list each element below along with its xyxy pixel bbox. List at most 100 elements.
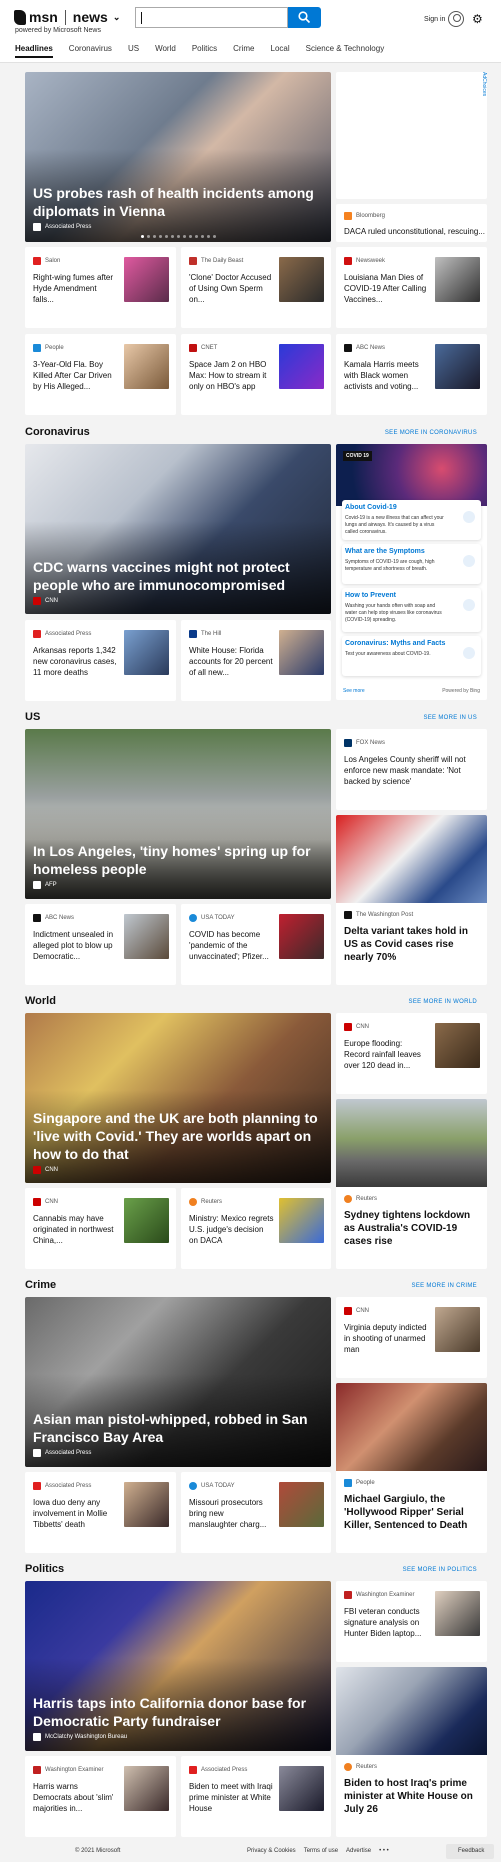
feedback-button[interactable]: Feedback [446,1844,494,1859]
story-title[interactable]: Los Angeles County sheriff will not enfo… [344,754,479,787]
story-card-large[interactable]: People Michael Gargiulo, the 'Hollywood … [336,1383,487,1553]
hero-us[interactable]: In Los Angeles, 'tiny homes' spring up f… [25,729,331,899]
covid-prevent[interactable]: How to Prevent Washing your hands often … [342,588,481,632]
story-card[interactable]: CNN Virginia deputy indicted in shooting… [336,1297,487,1378]
story-title[interactable]: FBI veteran conducts signature analysis … [344,1606,429,1639]
story-card[interactable]: CNN Europe flooding: Record rainfall lea… [336,1013,487,1094]
story-title[interactable]: Biden to meet with Iraqi prime minister … [189,1781,274,1814]
story-title[interactable]: Michael Gargiulo, the 'Hollywood Ripper'… [344,1493,482,1532]
story-card[interactable]: CNET Space Jam 2 on HBO Max: How to stre… [181,334,331,415]
story-card[interactable]: USA TODAY COVID has become 'pandemic of … [181,904,331,985]
tab-coronavirus[interactable]: Coronavirus [69,44,112,64]
carousel-dots[interactable] [25,235,331,238]
hero-world[interactable]: Singapore and the UK are both planning t… [25,1013,331,1183]
story-title[interactable]: Louisiana Man Dies of COVID-19 After Cal… [344,272,429,305]
gear-icon[interactable]: ⚙ [472,13,484,25]
story-card[interactable]: People 3-Year-Old Fla. Boy Killed After … [25,334,176,415]
story-title[interactable]: Virginia deputy indicted in shooting of … [344,1322,429,1355]
story-title[interactable]: Delta variant takes hold in US as Covid … [344,925,482,964]
hero-title[interactable]: Harris taps into California donor base f… [33,1694,321,1730]
adchoices-label[interactable]: AdChoices [477,72,487,112]
story-title[interactable]: Missouri prosecutors bring new manslaugh… [189,1497,274,1530]
story-card[interactable]: Newsweek Louisiana Man Dies of COVID-19 … [336,247,487,328]
hero-crime[interactable]: Asian man pistol-whipped, robbed in San … [25,1297,331,1467]
hero-title[interactable]: In Los Angeles, 'tiny homes' spring up f… [33,842,321,878]
story-title[interactable]: Indictment unsealed in alleged plot to b… [33,929,118,962]
story-title[interactable]: Space Jam 2 on HBO Max: How to stream it… [189,359,274,392]
story-card[interactable]: FOX News Los Angeles County sheriff will… [336,729,487,810]
section-heading-crime[interactable]: Crime [25,1279,56,1291]
story-card[interactable]: CNN Cannabis may have originated in nort… [25,1188,176,1269]
hero-coronavirus[interactable]: CDC warns vaccines might not protect peo… [25,444,331,614]
covid-myths[interactable]: Coronavirus: Myths and Facts Test your a… [342,636,481,676]
story-title[interactable]: 3-Year-Old Fla. Boy Killed After Car Dri… [33,359,118,392]
avatar-icon[interactable] [448,11,464,27]
story-title[interactable]: COVID has become 'pandemic of the unvacc… [189,929,274,962]
story-card[interactable]: ABC News Kamala Harris meets with Black … [336,334,487,415]
story-card[interactable]: Associated Press Biden to meet with Iraq… [181,1756,331,1837]
story-title[interactable]: Arkansas reports 1,342 new coronavirus c… [33,645,118,678]
tab-world[interactable]: World [155,44,176,64]
story-title[interactable]: Iowa duo deny any involvement in Mollie … [33,1497,118,1530]
tab-science-technology[interactable]: Science & Technology [306,44,385,64]
story-title[interactable]: Biden to host Iraq's prime minister at W… [344,1777,482,1816]
story-card[interactable]: USA TODAY Missouri prosecutors bring new… [181,1472,331,1553]
hero-title[interactable]: Asian man pistol-whipped, robbed in San … [33,1410,321,1446]
story-card-large[interactable]: Reuters Sydney tightens lockdown as Aust… [336,1099,487,1269]
story-card-large[interactable]: The Washington Post Delta variant takes … [336,815,487,985]
see-more-world[interactable]: SEE MORE IN WORLD [409,999,477,1005]
section-heading-world[interactable]: World [25,995,56,1007]
hero-title[interactable]: US probes rash of health incidents among… [33,184,321,220]
more-menu-icon[interactable]: • • • [379,1848,389,1854]
story-card[interactable]: Associated Press Iowa duo deny any invol… [25,1472,176,1553]
advertise-link[interactable]: Advertise [346,1848,371,1854]
story-title[interactable]: Right-wing fumes after Hyde Amendment fa… [33,272,118,305]
section-heading-politics[interactable]: Politics [25,1563,64,1575]
story-card[interactable]: Reuters Ministry: Mexico regrets U.S. ju… [181,1188,331,1269]
terms-link[interactable]: Terms of use [304,1848,338,1854]
see-more-politics[interactable]: SEE MORE IN POLITICS [403,1567,477,1573]
story-title[interactable]: Europe flooding: Record rainfall leaves … [344,1038,429,1071]
story-title[interactable]: Kamala Harris meets with Black women act… [344,359,429,392]
story-title[interactable]: Ministry: Mexico regrets U.S. judge's de… [189,1213,274,1246]
story-card[interactable]: The Daily Beast 'Clone' Doctor Accused o… [181,247,331,328]
tab-local[interactable]: Local [271,44,290,64]
story-title[interactable]: Sydney tightens lockdown as Australia's … [344,1209,482,1248]
covid-about[interactable]: About Covid-19 Covid-19 is a new illness… [342,500,481,540]
side-story[interactable]: Bloomberg DACA ruled unconstitutional, r… [336,204,487,242]
story-title[interactable]: DACA ruled unconstitutional, rescuing... [344,226,485,237]
story-title[interactable]: Harris warns Democrats about 'slim' majo… [33,1781,118,1814]
story-title[interactable]: White House: Florida accounts for 20 per… [189,645,274,678]
hero-headline[interactable]: US probes rash of health incidents among… [25,72,331,242]
story-card[interactable]: The Hill White House: Florida accounts f… [181,620,331,701]
signin-link[interactable]: Sign in [424,16,445,23]
see-more-crime[interactable]: SEE MORE IN CRIME [412,1283,477,1289]
story-card[interactable]: Washington Examiner FBI veteran conducts… [336,1581,487,1662]
search-button[interactable] [288,7,321,28]
see-more-coronavirus[interactable]: SEE MORE IN CORONAVIRUS [385,430,477,436]
hero-title[interactable]: CDC warns vaccines might not protect peo… [33,558,321,594]
story-card[interactable]: Washington Examiner Harris warns Democra… [25,1756,176,1837]
tab-headlines[interactable]: Headlines [15,44,53,58]
search-input[interactable] [135,7,288,28]
privacy-link[interactable]: Privacy & Cookies [247,1848,296,1854]
tab-crime[interactable]: Crime [233,44,254,64]
story-title[interactable]: 'Clone' Doctor Accused of Using Own Sper… [189,272,274,305]
covid-symptoms[interactable]: What are the Symptoms Symptoms of COVID-… [342,544,481,584]
story-card[interactable]: Associated Press Arkansas reports 1,342 … [25,620,176,701]
section-heading-coronavirus[interactable]: Coronavirus [25,426,90,438]
see-more-us[interactable]: SEE MORE IN US [423,715,477,721]
story-title[interactable]: Cannabis may have originated in northwes… [33,1213,118,1246]
story-card[interactable]: ABC News Indictment unsealed in alleged … [25,904,176,985]
tab-politics[interactable]: Politics [192,44,217,64]
chevron-down-icon[interactable]: ⌄ [113,12,121,23]
ad-slot[interactable]: AdChoices [336,72,487,199]
covid-see-more[interactable]: See more [343,688,365,694]
hero-title[interactable]: Singapore and the UK are both planning t… [33,1109,321,1163]
hero-politics[interactable]: Harris taps into California donor base f… [25,1581,331,1751]
story-card[interactable]: Salon Right-wing fumes after Hyde Amendm… [25,247,176,328]
tab-us[interactable]: US [128,44,139,64]
msn-logo[interactable]: msn news ⌄ [14,9,120,25]
section-heading-us[interactable]: US [25,711,40,723]
story-card-large[interactable]: Reuters Biden to host Iraq's prime minis… [336,1667,487,1837]
